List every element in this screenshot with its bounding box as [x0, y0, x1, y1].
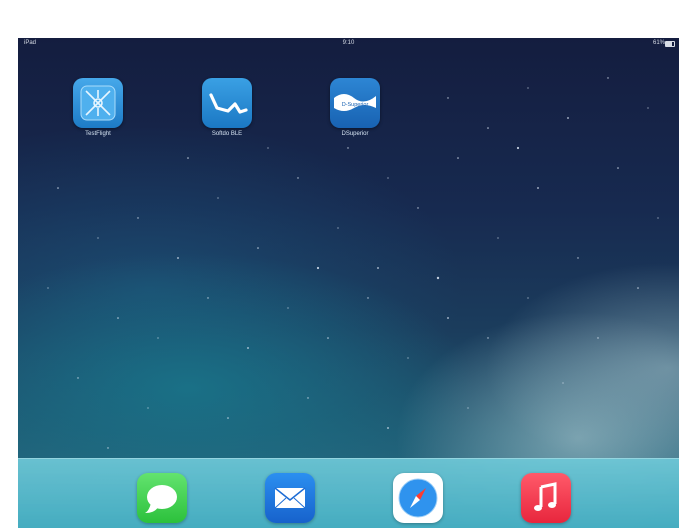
status-time: 9:10: [342, 40, 355, 46]
music-icon[interactable]: [521, 473, 571, 523]
app-softdo-ble[interactable]: Softdo BLE: [187, 78, 267, 137]
app-label: Softdo BLE: [211, 131, 243, 137]
dsuperior-tile-text: D-Superior: [342, 102, 369, 108]
app-testflight[interactable]: TestFlight: [58, 78, 138, 137]
messages-icon[interactable]: [137, 473, 187, 523]
app-label: TestFlight: [85, 131, 111, 137]
app-dsuperior[interactable]: D-Superior DSuperior: [315, 78, 395, 137]
battery-percentage: 61%: [652, 40, 665, 46]
ipad-home-screen: iPad 9:10 61% TestFlight Softdo BLE D-Su…: [18, 38, 679, 528]
dsuperior-icon: D-Superior: [330, 78, 380, 128]
app-label: DSuperior: [341, 131, 369, 137]
safari-icon[interactable]: [393, 473, 443, 523]
status-bar: iPad 9:10 61%: [18, 38, 679, 48]
softdo-ble-icon: [202, 78, 252, 128]
battery-icon: [665, 41, 675, 47]
mail-icon[interactable]: [265, 473, 315, 523]
testflight-icon: [73, 78, 123, 128]
dock: [18, 458, 679, 528]
